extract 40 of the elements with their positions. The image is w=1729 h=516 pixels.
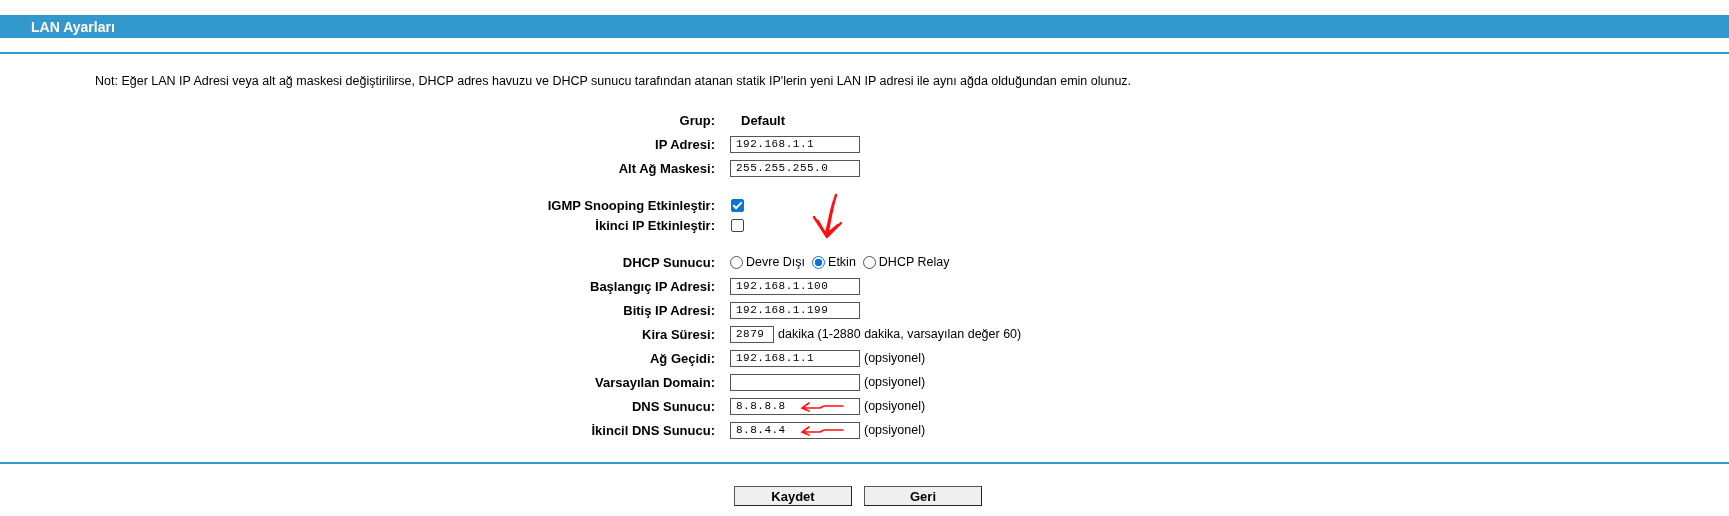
field-label: Varsayılan Domain: [594,374,715,390]
input-field[interactable]: 192.168.1.100 [730,277,860,295]
field-label: İkinci IP Etkinleştir: [594,217,715,233]
checkbox[interactable] [731,198,744,212]
input-field[interactable] [730,373,860,391]
field-label: Ağ Geçidi: [649,350,715,366]
hint-text: dakika (1-2880 dakika, varsayılan değer 60) [778,327,1022,341]
input-field[interactable]: 2879 [730,325,774,343]
input-field[interactable]: 192.168.1.1 [730,135,860,153]
note-text: Not: Eğer LAN IP Adresi veya alt ağ maskesi değiştirilirse, DHCP adres havuzu ve DHCP sunucu tarafından atanan statik IP'lerin yeni LAN IP adresi ile aynı ağda olduğundan emin olunuz. [95,74,1133,88]
field-label: DNS Sunucu: [630,398,715,414]
input-field[interactable]: 8.8.8.8 [730,397,860,415]
radio-label[interactable]: DHCP Relay [878,255,950,269]
input-field[interactable]: 255.255.255.0 [730,159,860,177]
field-label: Grup: [678,112,715,128]
radio-button[interactable] [812,255,826,269]
checkbox[interactable] [731,218,744,232]
radio-button[interactable] [862,255,876,269]
radio-label[interactable]: Devre Dışı [746,255,806,269]
radio-button[interactable] [730,255,743,269]
radio-label[interactable]: Etkin [828,255,856,269]
input-field[interactable]: 192.168.1.1 [730,349,860,367]
field-value: Default [741,112,786,128]
field-label: IGMP Snooping Etkinleştir: [546,197,715,213]
action-button[interactable]: Geri [864,486,982,506]
field-label: İkincil DNS Sunucu: [590,422,715,438]
field-label: Kira Süresi: [641,326,715,342]
hint-text: (opsiyonel) [864,351,926,365]
hint-text: (opsiyonel) [864,423,926,437]
field-label: DHCP Sunucu: [621,254,715,270]
field-label: Başlangıç IP Adresi: [589,278,715,294]
page-title: LAN Ayarları [31,18,115,35]
action-button[interactable]: Kaydet [734,486,852,506]
input-field[interactable]: 192.168.1.199 [730,301,860,319]
field-label: Alt Ağ Maskesi: [617,160,715,176]
input-field[interactable]: 8.8.4.4 [730,421,860,439]
hint-text: (opsiyonel) [864,375,926,389]
hint-text: (opsiyonel) [864,399,926,413]
field-label: IP Adresi: [654,136,715,152]
field-label: Bitiş IP Adresi: [622,302,715,318]
